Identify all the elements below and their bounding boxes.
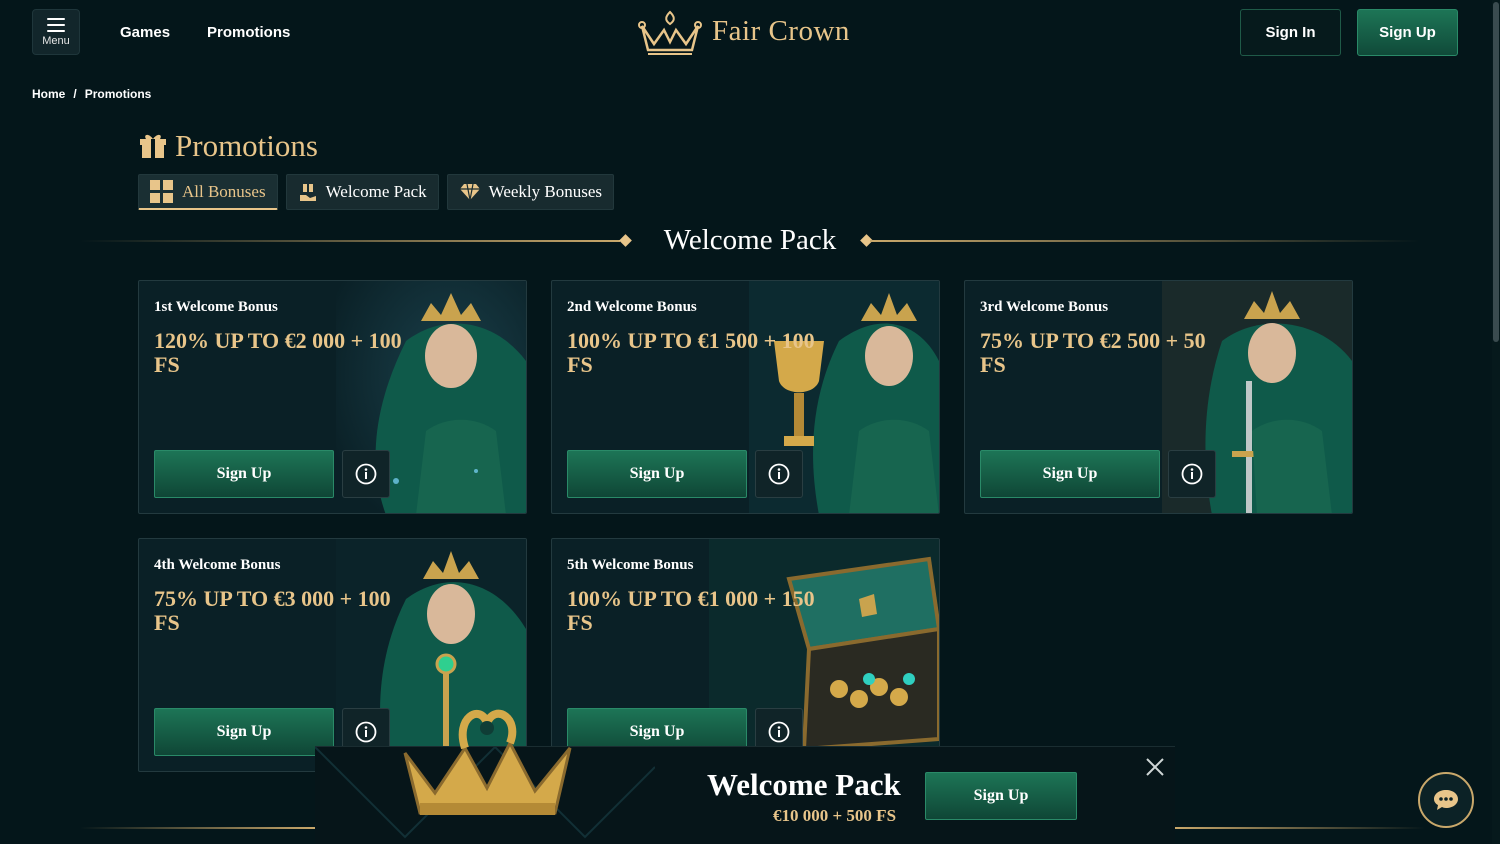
chat-button[interactable] [1418, 772, 1474, 828]
bonus-offer: 75% UP TO €3 000 + 100 FS [154, 586, 391, 635]
info-icon [768, 721, 790, 743]
logo-text: Fair Crown [712, 14, 850, 47]
bonus-offer: 120% UP TO €2 000 + 100 FS [154, 328, 402, 377]
divider-right [1175, 827, 1425, 829]
welcome-pack-banner: Welcome Pack €10 000 + 500 FS Sign Up [315, 709, 1175, 844]
card-sign-up-button[interactable]: Sign Up [567, 450, 747, 498]
info-icon [355, 463, 377, 485]
gift-hand-icon [299, 184, 316, 201]
menu-label: Menu [42, 34, 70, 47]
bonus-card: 1st Welcome Bonus 120% UP TO €2 000 + 10… [138, 280, 527, 514]
banner-subtitle: €10 000 + 500 FS [773, 806, 897, 825]
nav-promotions[interactable]: Promotions [207, 24, 290, 41]
bonus-offer: 100% UP TO €1 000 + 150 FS [567, 586, 815, 635]
breadcrumb-separator: / [73, 87, 77, 101]
bonus-name: 5th Welcome Bonus [567, 557, 694, 573]
card-sign-up-button[interactable]: Sign Up [980, 450, 1160, 498]
info-icon [355, 721, 377, 743]
bonus-offer: 75% UP TO €2 500 + 50 FS [980, 328, 1206, 377]
diamond-icon [459, 183, 480, 201]
bonus-name: 2nd Welcome Bonus [567, 299, 697, 315]
page-title: Promotions [139, 128, 318, 164]
section-heading: Welcome Pack [80, 224, 1420, 256]
divider-right [870, 240, 1420, 242]
hamburger-icon [47, 17, 65, 32]
tab-weekly-bonuses[interactable]: Weekly Bonuses [446, 174, 615, 210]
breadcrumb: Home / Promotions [32, 87, 151, 101]
breadcrumb-home[interactable]: Home [32, 87, 65, 101]
info-button[interactable] [755, 450, 803, 498]
tab-welcome-pack[interactable]: Welcome Pack [285, 174, 439, 210]
divider-left [80, 827, 315, 829]
bonus-card: 2nd Welcome Bonus 100% UP TO €1 500 + 10… [551, 280, 940, 514]
site-header: Menu Games Promotions Fair Crown Sign In… [0, 0, 1500, 70]
tab-label: All Bonuses [182, 181, 266, 201]
site-logo[interactable]: Fair Crown [636, 6, 850, 56]
banner-sign-up-button[interactable]: Sign Up [925, 772, 1077, 820]
bonus-name: 3rd Welcome Bonus [980, 299, 1109, 315]
gift-icon [140, 134, 166, 158]
bonus-filter-tabs: All Bonuses Welcome Pack Weekly Bonuses [138, 174, 615, 210]
sign-up-button[interactable]: Sign Up [1357, 9, 1458, 56]
golden-crown-image [403, 709, 572, 815]
info-icon [1181, 463, 1203, 485]
card-sign-up-button[interactable]: Sign Up [154, 708, 334, 756]
bonus-card: 5th Welcome Bonus 100% UP TO €1 000 + 15… [551, 538, 940, 772]
info-button[interactable] [1168, 450, 1216, 498]
nav-games[interactable]: Games [120, 24, 170, 41]
grid-icon [150, 179, 173, 203]
chat-bubble-icon [1434, 790, 1458, 810]
tab-label: Weekly Bonuses [488, 182, 603, 201]
menu-button[interactable]: Menu [32, 9, 80, 55]
sign-in-button[interactable]: Sign In [1240, 9, 1341, 56]
tab-all-bonuses[interactable]: All Bonuses [138, 174, 278, 210]
page-title-text: Promotions [175, 128, 318, 163]
breadcrumb-current: Promotions [84, 87, 152, 101]
tab-label: Welcome Pack [325, 182, 427, 201]
crown-logo-icon [638, 10, 702, 55]
scrollbar-thumb[interactable] [1493, 2, 1499, 342]
card-sign-up-button[interactable]: Sign Up [154, 450, 334, 498]
banner-title: Welcome Pack [707, 767, 901, 802]
info-button[interactable] [342, 450, 390, 498]
bonus-name: 1st Welcome Bonus [154, 299, 278, 315]
page-scrollbar[interactable] [1492, 0, 1500, 844]
close-icon[interactable] [1145, 757, 1165, 777]
bonus-offer: 100% UP TO €1 500 + 100 FS [567, 328, 815, 377]
bonus-name: 4th Welcome Bonus [154, 557, 281, 573]
info-icon [768, 463, 790, 485]
bonus-card: 3rd Welcome Bonus 75% UP TO €2 500 + 50 … [964, 280, 1353, 514]
